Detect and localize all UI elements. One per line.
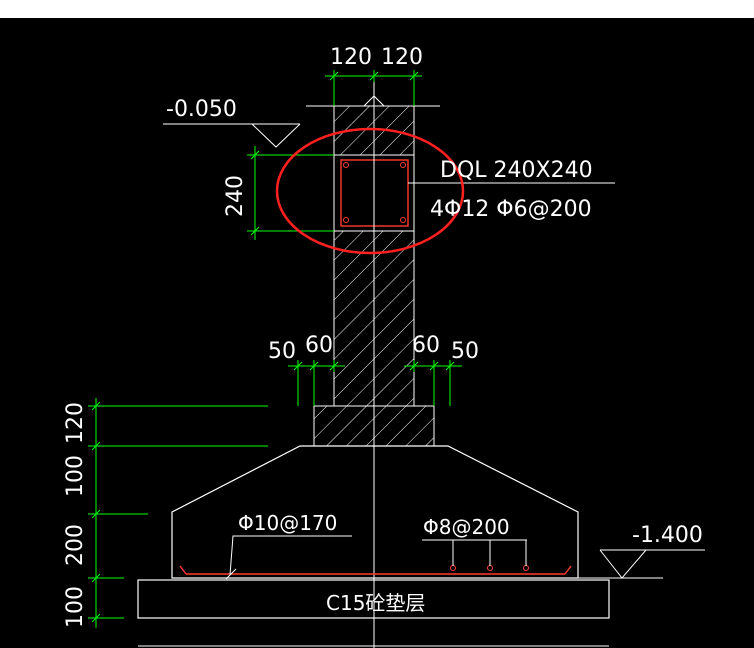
dim-wall-left-label: 120 [330,45,372,70]
dim-beam-height-label: 240 [223,175,248,217]
beam-reinforcement-label: 4Φ12 Φ6@200 [430,197,592,222]
leader-rebar-left [229,535,352,576]
dim-step-left-inner-label: 60 [305,333,333,358]
beam-name-label: DQL 240X240 [440,158,593,183]
window-top-strip [0,0,754,18]
rebar-hook-left [179,565,187,575]
dim-step-right-inner-label: 60 [412,333,440,358]
footing-rebar-left-label: Φ10@170 [238,511,337,535]
break-mark [306,95,440,107]
dist-bar-1 [450,565,456,571]
dist-bar-2 [487,565,493,571]
dim-step-right-outer-label: 50 [451,339,479,364]
dim-height-cushion-label: 100 [63,586,88,628]
foundation-section-drawing: -0.050 -1.400 120 120 240 50 60 60 50 12… [63,45,705,648]
cad-drawing-canvas[interactable]: -0.050 -1.400 120 120 240 50 60 60 50 12… [0,18,754,648]
dim-wall-right-label: 120 [381,45,423,70]
dim-height-step-label: 120 [63,402,88,444]
dim-step-left-outer-label: 50 [268,339,296,364]
footing-rebar [179,565,572,575]
elev-bottom-triangle [599,549,647,579]
dim-height-footing-label: 200 [63,524,88,566]
footing-rebar-right-label: Φ8@200 [423,515,510,539]
elev-top-triangle [251,123,301,148]
elevation-top-label: -0.050 [166,97,237,122]
dist-bar-3 [523,565,529,571]
dim-height-slope-label: 100 [63,455,88,497]
footing-outline [171,445,579,579]
cushion-label: C15砼垫层 [326,591,425,615]
rebar-hook-right [564,565,572,575]
elevation-bottom-label: -1.400 [632,523,703,548]
